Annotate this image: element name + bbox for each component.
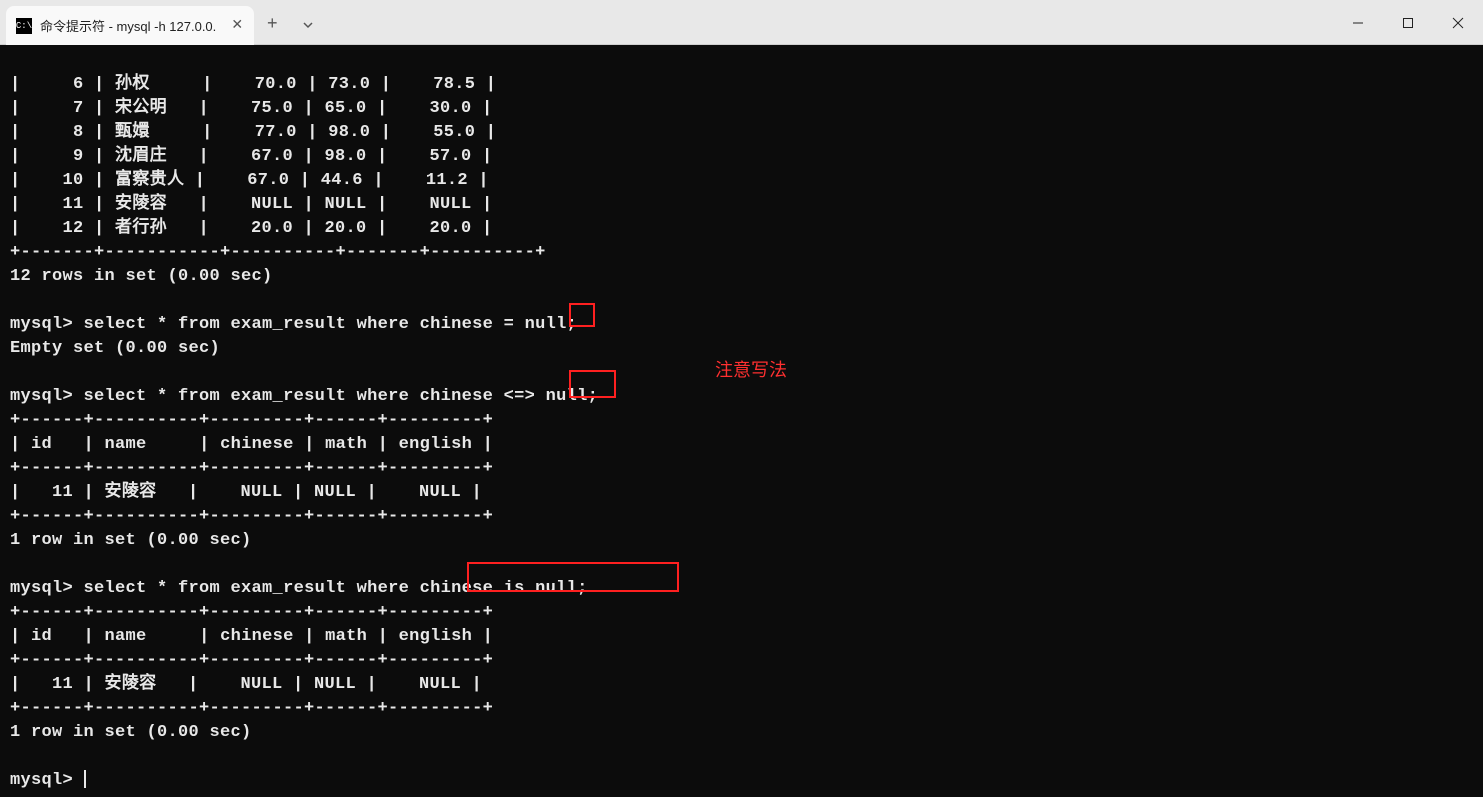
table-divider: +-------+-----------+----------+-------+… — [10, 243, 546, 262]
mysql-prompt: mysql> — [10, 387, 73, 406]
result-footer: 1 row in set (0.00 sec) — [10, 723, 252, 742]
mysql-prompt: mysql> — [10, 579, 73, 598]
result-footer: 1 row in set (0.00 sec) — [10, 531, 252, 550]
minimize-button[interactable] — [1333, 0, 1383, 45]
cmd-icon: C:\ — [16, 18, 32, 34]
close-tab-icon[interactable]: ✕ — [228, 17, 246, 35]
terminal-output[interactable]: | 6 | 孙权 | 70.0 | 73.0 | 78.5 | | 7 | 宋公… — [0, 45, 1483, 797]
cursor — [84, 770, 86, 788]
table-row: | 10 | 富察贵人 | 67.0 | 44.6 | 11.2 | — [10, 171, 489, 190]
table-divider: +------+----------+---------+------+----… — [10, 459, 493, 478]
table-header: | id | name | chinese | math | english | — [10, 435, 493, 454]
table-divider: +------+----------+---------+------+----… — [10, 507, 493, 526]
sql-query: select * from exam_result where chinese … — [84, 387, 599, 406]
mysql-prompt: mysql> — [10, 315, 73, 334]
tab-title: 命令提示符 - mysql -h 127.0.0. — [40, 16, 216, 35]
table-row: | 12 | 者行孙 | 20.0 | 20.0 | 20.0 | — [10, 219, 493, 238]
table-row: | 8 | 甄嬛 | 77.0 | 98.0 | 55.0 | — [10, 123, 496, 142]
tab-dropdown-icon[interactable] — [290, 6, 326, 44]
annotation-text: 注意写法 — [715, 356, 787, 382]
table-divider: +------+----------+---------+------+----… — [10, 651, 493, 670]
table-header: | id | name | chinese | math | english | — [10, 627, 493, 646]
table-row: | 6 | 孙权 | 70.0 | 73.0 | 78.5 | — [10, 75, 496, 94]
result-empty: Empty set (0.00 sec) — [10, 339, 220, 358]
table-divider: +------+----------+---------+------+----… — [10, 411, 493, 430]
sql-query: select * from exam_result where chinese … — [84, 315, 578, 334]
titlebar: C:\ 命令提示符 - mysql -h 127.0.0. ✕ + — [0, 0, 1483, 45]
close-window-button[interactable] — [1433, 0, 1483, 45]
table-row: | 11 | 安陵容 | NULL | NULL | NULL | — [10, 483, 482, 502]
new-tab-button[interactable]: + — [254, 6, 290, 44]
sql-query: select * from exam_result where chinese … — [84, 579, 588, 598]
table-row: | 7 | 宋公明 | 75.0 | 65.0 | 30.0 | — [10, 99, 493, 118]
window-controls — [1333, 0, 1483, 44]
table-row: | 9 | 沈眉庄 | 67.0 | 98.0 | 57.0 | — [10, 147, 493, 166]
maximize-button[interactable] — [1383, 0, 1433, 45]
table-divider: +------+----------+---------+------+----… — [10, 603, 493, 622]
active-tab[interactable]: C:\ 命令提示符 - mysql -h 127.0.0. ✕ — [6, 6, 254, 45]
result-footer: 12 rows in set (0.00 sec) — [10, 267, 273, 286]
mysql-prompt: mysql> — [10, 771, 73, 790]
table-divider: +------+----------+---------+------+----… — [10, 699, 493, 718]
table-row: | 11 | 安陵容 | NULL | NULL | NULL | — [10, 195, 493, 214]
table-row: | 11 | 安陵容 | NULL | NULL | NULL | — [10, 675, 482, 694]
